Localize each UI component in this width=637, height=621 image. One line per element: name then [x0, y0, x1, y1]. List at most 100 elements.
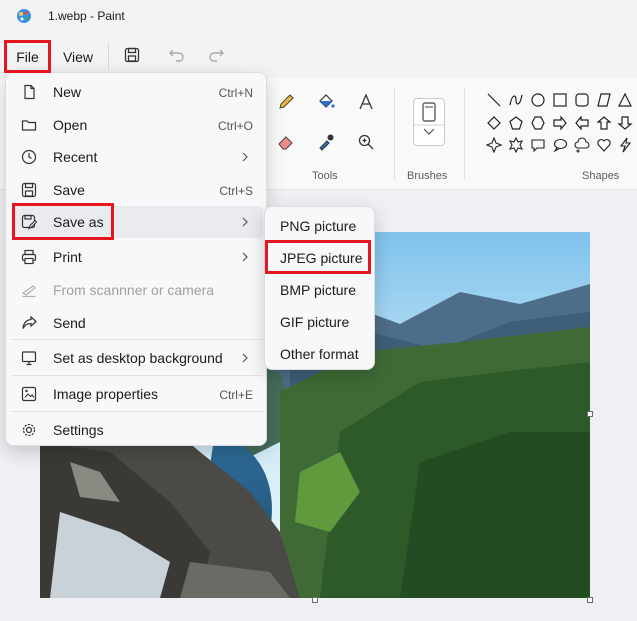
star4-shape-icon[interactable]: [484, 135, 504, 155]
menu-item-label: Send: [53, 315, 86, 331]
menu-divider: [11, 339, 263, 340]
line-shape-icon[interactable]: [484, 90, 504, 110]
shapes-group-label: Shapes: [582, 170, 620, 182]
diamond-shape-icon[interactable]: [484, 113, 504, 133]
arrow-down-shape-icon[interactable]: [615, 113, 635, 133]
menu-item-settings[interactable]: Settings: [11, 414, 263, 446]
submenu-item-label: GIF picture: [280, 314, 350, 330]
menu-item-shortcut: Ctrl+S: [219, 184, 253, 198]
undo-icon[interactable]: [167, 45, 187, 65]
save-as-icon: [20, 213, 38, 231]
submenu-item-jpeg[interactable]: JPEG picture: [269, 243, 370, 273]
magnifier-icon[interactable]: [354, 130, 378, 154]
menu-item-label: New: [53, 84, 82, 100]
submenu-item-bmp[interactable]: BMP picture: [269, 275, 370, 305]
file-menu: New Ctrl+N Open Ctrl+O Recent Save Ctrl+…: [5, 72, 267, 446]
pencil-icon[interactable]: [274, 90, 298, 114]
chevron-right-icon: [242, 353, 248, 363]
callout-rect-shape-icon[interactable]: [528, 135, 548, 155]
oval-shape-icon[interactable]: [528, 90, 548, 110]
menu-item-desktop-background[interactable]: Set as desktop background: [11, 342, 263, 374]
menu-item-shortcut: Ctrl+O: [217, 119, 253, 133]
menu-item-label: Print: [53, 249, 82, 265]
menu-item-label: Image properties: [53, 386, 159, 402]
hexagon-shape-icon[interactable]: [528, 113, 548, 133]
text-icon[interactable]: [354, 90, 378, 114]
menu-divider: [11, 375, 263, 376]
triangle-shape-icon[interactable]: [615, 90, 635, 110]
submenu-item-label: JPEG picture: [280, 250, 363, 266]
callout-cloud-shape-icon[interactable]: [572, 135, 592, 155]
rectangle-shape-icon[interactable]: [550, 90, 570, 110]
save-icon[interactable]: [122, 45, 142, 65]
menu-item-scanner[interactable]: From scannner or camera: [11, 274, 263, 306]
resize-handle[interactable]: [587, 411, 593, 417]
scanner-icon: [20, 281, 38, 299]
menu-item-print[interactable]: Print: [11, 241, 263, 273]
menu-item-label: Save: [53, 182, 85, 198]
curve-shape-icon[interactable]: [506, 90, 526, 110]
chevron-right-icon: [242, 152, 248, 162]
callout-oval-shape-icon[interactable]: [550, 135, 570, 155]
heart-shape-icon[interactable]: [594, 135, 614, 155]
title-bar: 1.webp - Paint: [0, 0, 637, 34]
menu-item-new[interactable]: New Ctrl+N: [11, 76, 263, 108]
gear-icon: [20, 421, 38, 439]
menu-item-label: Settings: [53, 422, 104, 438]
fill-bucket-icon[interactable]: [314, 90, 338, 114]
image-properties-icon: [20, 385, 38, 403]
new-file-icon: [20, 83, 38, 101]
menu-item-label: Recent: [53, 149, 98, 165]
printer-icon: [20, 248, 38, 266]
eraser-icon[interactable]: [274, 130, 298, 154]
clock-icon: [20, 148, 38, 166]
menu-item-save[interactable]: Save Ctrl+S: [11, 174, 263, 206]
submenu-item-gif[interactable]: GIF picture: [269, 307, 370, 337]
arrow-up-shape-icon[interactable]: [594, 113, 614, 133]
menu-divider: [108, 44, 109, 70]
resize-handle[interactable]: [312, 597, 318, 603]
menu-item-shortcut: Ctrl+E: [219, 388, 253, 402]
ribbon-divider: [464, 88, 465, 180]
menu-item-recent[interactable]: Recent: [11, 141, 263, 173]
menu-divider: [11, 411, 263, 412]
arrow-left-shape-icon[interactable]: [572, 113, 592, 133]
brushes-button[interactable]: [413, 98, 445, 146]
arrow-right-shape-icon[interactable]: [550, 113, 570, 133]
menu-item-open[interactable]: Open Ctrl+O: [11, 109, 263, 141]
menu-item-label: From scannner or camera: [53, 282, 215, 298]
menu-item-send[interactable]: Send: [11, 307, 263, 339]
submenu-item-label: BMP picture: [280, 282, 356, 298]
brushes-group-label: Brushes: [407, 170, 448, 182]
share-icon: [20, 314, 38, 332]
chevron-right-icon: [242, 252, 248, 262]
menu-item-image-properties[interactable]: Image properties Ctrl+E: [11, 378, 263, 410]
ribbon-divider: [394, 88, 395, 180]
resize-handle[interactable]: [587, 597, 593, 603]
chevron-right-icon: [242, 217, 248, 227]
menu-item-save-as[interactable]: Save as: [11, 206, 263, 238]
open-folder-icon: [20, 116, 38, 134]
pentagon-shape-icon[interactable]: [506, 113, 526, 133]
submenu-item-other-format[interactable]: Other format: [269, 339, 370, 369]
submenu-item-label: PNG picture: [280, 218, 357, 234]
lightning-shape-icon[interactable]: [615, 135, 635, 155]
view-menu-button[interactable]: View: [58, 42, 98, 72]
rounded-rectangle-shape-icon[interactable]: [572, 90, 592, 110]
redo-icon[interactable]: [206, 45, 226, 65]
file-menu-button[interactable]: File: [6, 42, 49, 72]
submenu-item-png[interactable]: PNG picture: [269, 211, 370, 241]
save-as-submenu: PNG picture JPEG picture BMP picture GIF…: [264, 206, 375, 370]
menu-item-label: Set as desktop background: [53, 350, 223, 366]
star6-shape-icon[interactable]: [506, 135, 526, 155]
paint-app-icon: [17, 9, 31, 23]
desktop-icon: [20, 349, 38, 367]
menu-item-label: Save as: [53, 214, 104, 230]
window-title: 1.webp - Paint: [48, 9, 125, 23]
menu-item-label: Open: [53, 117, 88, 133]
tools-group-label: Tools: [312, 170, 338, 182]
color-picker-icon[interactable]: [314, 130, 338, 154]
polygon-shape-icon[interactable]: [594, 90, 614, 110]
menu-item-shortcut: Ctrl+N: [218, 86, 253, 100]
submenu-item-label: Other format: [280, 346, 359, 362]
